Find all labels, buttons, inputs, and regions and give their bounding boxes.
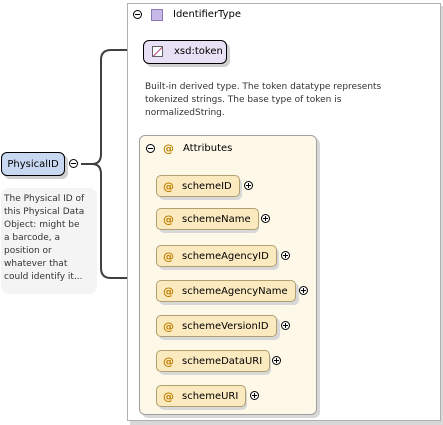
attribute-expand-button[interactable] xyxy=(281,251,290,260)
attribute-icon: @ xyxy=(163,212,174,226)
complex-type-icon xyxy=(151,9,163,21)
type-collapse-button[interactable] xyxy=(133,10,142,19)
element-doc-line: a barcode, a xyxy=(4,233,61,243)
attribute-expand-button[interactable] xyxy=(250,391,259,400)
attribute-scheme-agency-id[interactable]: @ schemeAgencyID xyxy=(156,245,277,267)
attribute-label: schemeID xyxy=(182,180,232,192)
attributes-group-label: Attributes xyxy=(183,143,233,154)
element-doc-line: Object: might be xyxy=(4,220,80,230)
attribute-label: schemeVersionID xyxy=(182,320,269,332)
base-type-label: xsd:token xyxy=(174,46,223,57)
type-doc-line: Built-in derived type. The token datatyp… xyxy=(145,82,382,92)
attribute-expand-button[interactable] xyxy=(299,286,308,295)
attribute-label: schemeURI xyxy=(182,390,239,402)
attribute-label: schemeDataURI xyxy=(182,355,263,367)
attribute-icon: @ xyxy=(163,319,174,333)
attribute-label: schemeAgencyID xyxy=(182,250,269,262)
element-name: PhysicalID xyxy=(7,158,59,170)
attribute-scheme-agency-name[interactable]: @ schemeAgencyName xyxy=(156,280,296,302)
attribute-scheme-version-id[interactable]: @ schemeVersionID xyxy=(156,315,277,337)
attribute-scheme-data-uri[interactable]: @ schemeDataURI xyxy=(156,350,271,372)
attribute-expand-button[interactable] xyxy=(261,214,270,223)
element-collapse-button[interactable] xyxy=(69,159,78,168)
attribute-icon: @ xyxy=(163,179,174,193)
element-doc-line: this Physical Data xyxy=(4,207,85,217)
element-doc-line: whatever that xyxy=(4,259,68,269)
simple-type-icon xyxy=(152,46,163,57)
type-doc-line: tokenized strings. The base type of toke… xyxy=(145,95,342,105)
attribute-expand-button[interactable] xyxy=(272,356,281,365)
attribute-scheme-id[interactable]: @ schemeID xyxy=(156,175,240,197)
element-documentation: The Physical ID of this Physical Data Ob… xyxy=(4,193,96,284)
type-name: IdentifierType xyxy=(173,9,242,20)
base-type-box[interactable]: xsd:token xyxy=(143,40,227,64)
element-doc-line: could identify it... xyxy=(4,272,83,282)
element-doc-line: position or xyxy=(4,246,52,256)
attributes-group-icon: @ xyxy=(163,142,174,155)
attribute-icon: @ xyxy=(163,284,174,298)
attribute-icon: @ xyxy=(163,249,174,263)
attribute-icon: @ xyxy=(163,354,174,368)
attribute-icon: @ xyxy=(163,389,174,403)
attribute-label: schemeName xyxy=(182,213,251,225)
type-doc-line: normalizedString. xyxy=(145,108,225,118)
attribute-scheme-name[interactable]: @ schemeName xyxy=(156,208,259,230)
element-box[interactable]: PhysicalID xyxy=(1,152,65,176)
attribute-expand-button[interactable] xyxy=(244,181,253,190)
attributes-collapse-button[interactable] xyxy=(146,144,155,153)
attribute-label: schemeAgencyName xyxy=(182,285,288,297)
attribute-scheme-uri[interactable]: @ schemeURI xyxy=(156,385,247,407)
element-doc-line: The Physical ID of xyxy=(4,194,85,204)
type-documentation: Built-in derived type. The token datatyp… xyxy=(145,81,395,120)
attribute-expand-button[interactable] xyxy=(281,321,290,330)
